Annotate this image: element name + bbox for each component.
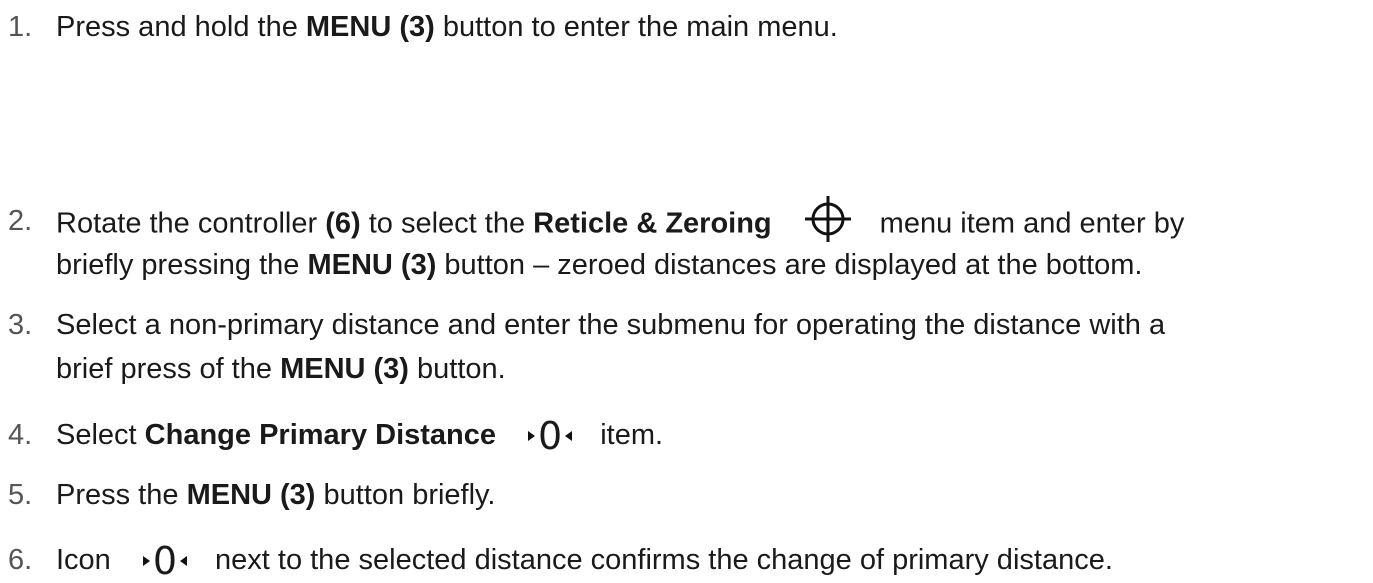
step-text: Select a non-primary distance and enter … <box>56 309 1166 341</box>
step-text: Press and hold the MENU (3) button to en… <box>56 11 838 43</box>
step-text: Select Change Primary Distance 0 item. <box>56 414 664 458</box>
step-text: Press the MENU (3) button briefly. <box>56 479 496 511</box>
step-number: 5. <box>8 479 33 511</box>
step-number: 6. <box>8 544 33 576</box>
step-text: briefly pressing the MENU (3) button – z… <box>56 249 1143 281</box>
step-text: brief press of the MENU (3) button. <box>56 353 506 385</box>
crosshair-icon <box>802 193 854 245</box>
step-number: 1. <box>8 11 33 43</box>
step-number: 3. <box>8 309 33 341</box>
primary-distance-icon: 0 <box>142 542 188 580</box>
step-text: Icon 0 next to the selected distance confi… <box>56 539 1113 583</box>
primary-distance-icon: 0 <box>528 417 573 455</box>
step-number: 2. <box>8 205 33 237</box>
step-number: 4. <box>8 419 33 451</box>
